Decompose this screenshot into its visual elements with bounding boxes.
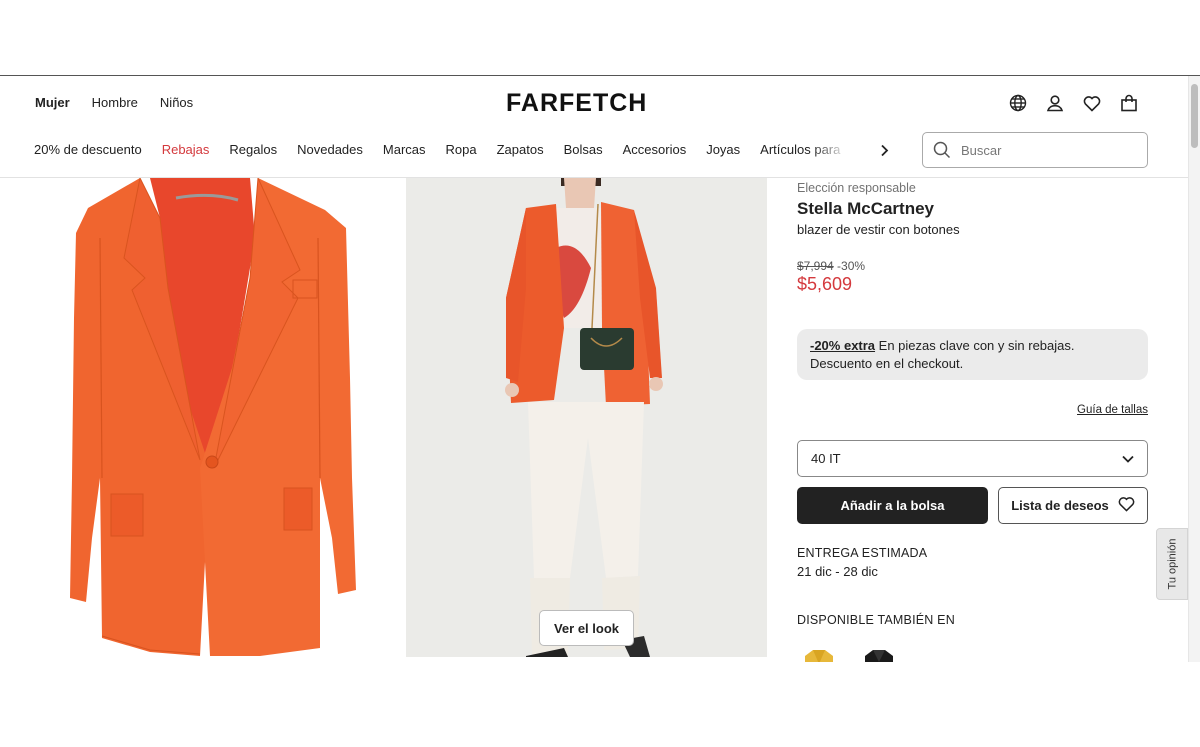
category-discount[interactable]: 20% de descuento [34,142,142,157]
also-available-title: DISPONIBLE TAMBIÉN EN [797,613,955,627]
original-price-row: $7,994 -30% [797,259,865,273]
chevron-down-icon [1122,451,1134,466]
variant-thumbnail-yellow[interactable] [799,644,839,662]
header-icons [1008,93,1139,113]
wishlist-label: Lista de deseos [1011,498,1109,513]
variant-thumbnail-black[interactable] [859,644,899,662]
heart-icon [1118,496,1135,515]
category-brands[interactable]: Marcas [383,142,426,157]
delivery-title: ENTREGA ESTIMADA [797,546,928,560]
globe-icon[interactable] [1008,93,1028,113]
account-icon[interactable] [1045,93,1065,113]
search-icon [923,141,961,159]
bag-icon[interactable] [1119,93,1139,113]
selected-size: 40 IT [811,451,841,466]
farfetch-logo[interactable]: FARFETCH [506,89,647,118]
feedback-tab[interactable]: Tu opinión [1156,528,1188,600]
category-sale[interactable]: Rebajas [162,142,210,157]
product-image-model[interactable] [406,178,767,657]
product-image-blazer[interactable] [0,178,404,662]
product-name: blazer de vestir con botones [797,222,960,237]
delivery-dates: 21 dic - 28 dic [797,564,878,579]
add-to-bag-button[interactable]: Añadir a la bolsa [797,487,988,524]
discount-percent: -30% [837,259,866,273]
responsible-choice-label: Elección responsable [797,181,916,195]
sale-price: $5,609 [797,274,853,294]
nav-mujer[interactable]: Mujer [35,95,70,110]
category-jewelry[interactable]: Joyas [706,142,740,157]
gender-nav: Mujer Hombre Niños [35,95,193,110]
category-new[interactable]: Novedades [297,142,363,157]
promo-banner: -20% extra En piezas clave con y sin reb… [797,329,1148,380]
product-brand[interactable]: Stella McCartney [797,199,934,219]
nav-hombre[interactable]: Hombre [92,95,138,110]
category-accessories[interactable]: Accesorios [623,142,687,157]
wishlist-button[interactable]: Lista de deseos [998,487,1148,524]
search-box[interactable]: Buscar [922,132,1148,168]
size-select[interactable]: 40 IT [797,440,1148,477]
search-input[interactable]: Buscar [961,143,1001,158]
see-look-button[interactable]: Ver el look [539,610,634,646]
browser-top-blank [0,0,1200,75]
feedback-label: Tu opinión [1166,538,1178,590]
heart-icon[interactable] [1082,93,1102,113]
size-guide-link[interactable]: Guía de tallas [1077,404,1148,416]
nav-ninos[interactable]: Niños [160,95,193,110]
category-fade [812,136,864,166]
category-shoes[interactable]: Zapatos [497,142,544,157]
original-price: $7,994 [797,259,834,273]
category-nav: 20% de descuento Rebajas Regalos Novedad… [34,142,864,157]
category-bags[interactable]: Bolsas [564,142,603,157]
category-gifts[interactable]: Regalos [229,142,277,157]
chevron-right-icon[interactable] [876,140,892,160]
browser-bottom-blank [0,662,1200,747]
scrollbar-thumb[interactable] [1191,84,1198,148]
category-clothing[interactable]: Ropa [446,142,477,157]
product-page: Mujer Hombre Niños FARFETCH 20% de descu… [0,76,1188,662]
promo-link[interactable]: -20% extra [810,338,875,353]
page-scrollbar[interactable] [1188,76,1200,662]
